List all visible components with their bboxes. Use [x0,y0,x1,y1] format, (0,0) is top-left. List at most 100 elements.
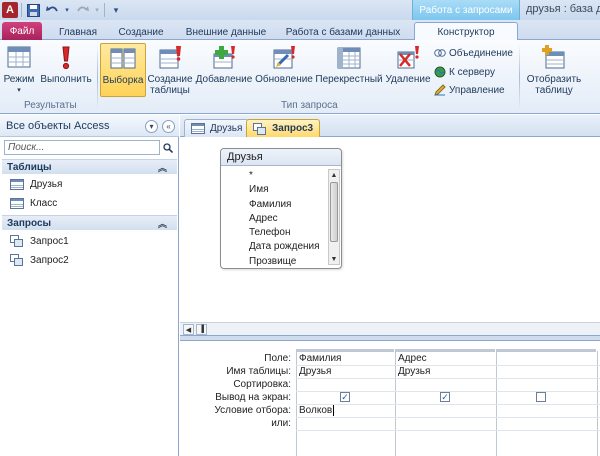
crosstab-button[interactable]: Перекрестный [315,43,383,85]
make-table-label-1: Создание [147,74,193,85]
show-checkbox[interactable] [536,392,546,402]
grid-table-cell[interactable]: Друзья [398,365,430,378]
grid-table-cell[interactable]: Друзья [299,365,331,378]
append-label: Добавление [195,74,253,85]
update-icon [270,45,298,71]
scroll-thumb[interactable] [330,182,338,242]
nav-group-queries[interactable]: Запросы ︽ [2,215,177,230]
update-button[interactable]: Обновление [254,43,314,85]
nav-item-table[interactable]: Класс [10,195,57,211]
nav-item-query[interactable]: Запрос1 [10,233,69,249]
show-checkbox[interactable]: ✓ [340,392,350,402]
nav-group-tables[interactable]: Таблицы ︽ [2,159,177,174]
redo-icon[interactable] [74,2,90,18]
data-definition-button[interactable]: Управление [434,82,505,98]
field-list-item[interactable]: Прозвище [249,255,320,269]
grid-field-cell[interactable] [499,352,595,365]
tab-file[interactable]: Файл [2,22,42,40]
globe-icon [434,66,446,78]
union-button[interactable]: Объединение [434,45,513,61]
grid-criteria-cell[interactable] [398,404,494,417]
group-separator [519,44,520,110]
query-icon [10,254,24,266]
select-query-button[interactable]: Выборка [100,43,146,97]
grid-sort-cell[interactable] [299,378,393,391]
tab-external-data[interactable]: Внешние данные [182,24,270,40]
scroll-thumb[interactable]: ▐ [196,324,207,335]
design-grid: Поле: Имя таблицы: Сортировка: Вывод на … [180,341,600,456]
show-table-icon [540,45,568,71]
grid-or-cell[interactable] [299,417,393,430]
chevron-up-icon: ︽ [157,163,167,173]
make-table-icon [156,45,184,71]
table-icon [10,178,24,190]
quick-access-toolbar: A ▾ ▾ ▾ [2,2,124,18]
field-list-item[interactable]: Фамилия [249,198,320,212]
chevron-up-icon: ︽ [157,219,167,229]
scroll-left-icon[interactable]: ◀ [183,324,194,335]
customize-qat-icon[interactable]: ▾ [108,2,124,18]
show-table-button[interactable]: Отобразить таблицу [524,43,584,96]
grid-sort-cell[interactable] [499,378,595,391]
delete-query-button[interactable]: Удаление [384,43,432,85]
grid-or-cell[interactable] [499,417,595,430]
text-caret [333,404,335,416]
data-definition-icon [434,84,446,96]
redo-dropdown-icon[interactable]: ▾ [93,2,101,18]
nav-search-input[interactable]: Поиск... [4,140,160,155]
save-icon[interactable] [25,2,41,18]
doc-tab-label: Запрос3 [272,123,314,134]
undo-dropdown-icon[interactable]: ▾ [63,2,71,18]
contextual-tab-group: Работа с запросами [412,0,520,20]
field-list-item[interactable]: Дата рождения [249,240,320,254]
shutter-bar-icon[interactable]: « [162,120,175,133]
run-button[interactable]: Выполнить [38,43,94,85]
make-table-button[interactable]: Создание таблицы [147,43,193,96]
show-table-label-2: таблицу [535,85,573,96]
doc-tab-table[interactable]: Друзья [184,119,250,137]
grid-table-cell[interactable] [499,365,595,378]
grid-criteria-cell[interactable] [499,404,595,417]
grid-field-cell[interactable]: Адрес [398,352,427,365]
search-icon[interactable] [161,140,175,155]
grid-field-cell[interactable]: Фамилия [299,352,341,365]
field-list-title[interactable]: Друзья [221,149,341,166]
query-design-upper-pane[interactable]: Друзья * Имя Фамилия Адрес Телефон Дата … [180,138,600,322]
nav-item-table[interactable]: Друзья [10,176,62,192]
select-query-icon [109,46,137,72]
update-label: Обновление [255,74,313,85]
row-label-table: Имя таблицы: [226,366,291,377]
field-list-item[interactable]: Адрес [249,212,320,226]
pass-through-button[interactable]: К серверу [434,64,495,80]
grid-divider [296,430,600,431]
scroll-up-icon[interactable]: ▲ [329,170,339,180]
tab-home[interactable]: Главная [56,24,100,40]
undo-icon[interactable] [44,2,60,18]
field-list-scrollbar[interactable]: ▲ ▼ [328,169,340,265]
field-list-item[interactable]: Имя [249,183,320,197]
scroll-down-icon[interactable]: ▼ [329,254,339,264]
nav-item-query[interactable]: Запрос2 [10,252,69,268]
doc-tab-label: Друзья [210,123,243,134]
tab-database-tools[interactable]: Работа с базами данных [284,24,402,40]
field-list-item[interactable]: Телефон [249,226,320,240]
row-label-sort: Сортировка: [233,379,291,390]
nav-menu-chevron-icon[interactable]: ▾ [145,120,158,133]
tab-design[interactable]: Конструктор [414,22,518,41]
navigation-pane: Все объекты Access ▾ « Поиск... Таблицы … [0,115,179,456]
append-button[interactable]: Добавление [195,43,253,85]
field-list-item[interactable]: * [249,169,320,183]
upper-pane-horizontal-scrollbar[interactable]: ◀ ▐ [180,322,600,335]
access-app-icon[interactable]: A [2,2,18,18]
view-button-label: Режим [3,74,35,85]
grid-sort-cell[interactable] [398,378,494,391]
view-button[interactable]: Режим ▾ [2,43,36,96]
tab-create[interactable]: Создание [114,24,168,40]
field-list-window[interactable]: Друзья * Имя Фамилия Адрес Телефон Дата … [220,148,342,269]
grid-or-cell[interactable] [398,417,494,430]
doc-tab-query[interactable]: Запрос3 [246,119,321,137]
grid-criteria-cell[interactable]: Волков [299,404,335,417]
make-table-label-2: таблицы [150,85,190,96]
show-checkbox[interactable]: ✓ [440,392,450,402]
crosstab-icon [335,45,363,71]
